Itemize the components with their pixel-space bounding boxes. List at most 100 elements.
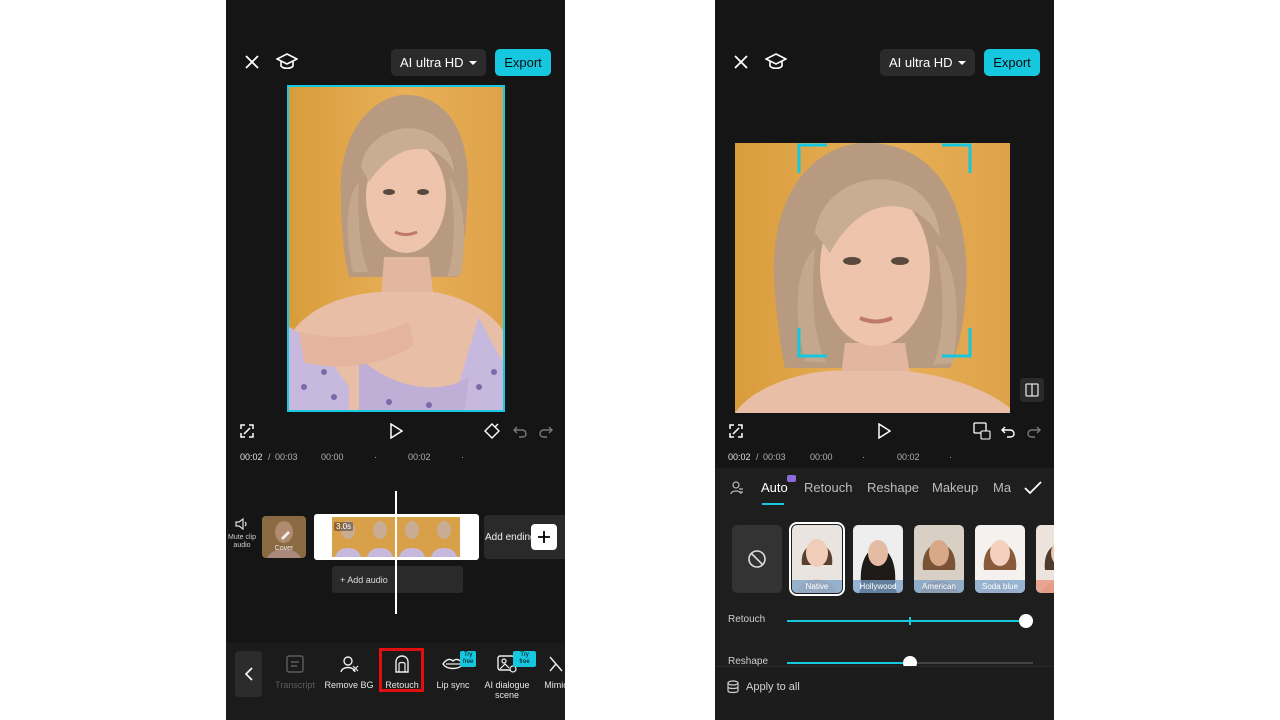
- chevron-down-icon: [958, 61, 966, 65]
- add-audio-button[interactable]: + Add audio: [332, 566, 463, 593]
- editor-screen: AI ultra HD Export 00:02 / 00:03 00:00 ·…: [226, 0, 565, 720]
- slider-default-mark: [909, 617, 911, 625]
- undo-icon[interactable]: [999, 422, 1017, 440]
- close-icon[interactable]: [240, 50, 264, 74]
- redo-icon[interactable]: [1025, 422, 1043, 440]
- time-separator: /: [756, 452, 759, 462]
- clip-frame: [396, 517, 428, 557]
- tab-more[interactable]: Ma: [993, 480, 1011, 495]
- tutorial-cap-icon[interactable]: [274, 50, 300, 74]
- fullscreen-icon[interactable]: [727, 422, 745, 440]
- clip-frame: [428, 517, 460, 557]
- top-bar: AI ultra HD Export: [715, 44, 1054, 80]
- preset-american[interactable]: American: [914, 525, 964, 593]
- tool-label: Transcript: [275, 680, 315, 690]
- retouch-tabs: Auto Retouch Reshape Makeup Ma: [715, 468, 1054, 508]
- tutorial-cap-icon[interactable]: [763, 50, 789, 74]
- transcript-icon: [270, 653, 320, 675]
- preset-label: American: [914, 580, 964, 593]
- tab-retouch[interactable]: Retouch: [804, 480, 852, 495]
- tab-makeup[interactable]: Makeup: [932, 480, 978, 495]
- ruler-tick-label: 00:00: [321, 452, 344, 462]
- ruler-tick-label: 00:02: [408, 452, 431, 462]
- tool-label: Mimic: [544, 680, 565, 690]
- preset-native[interactable]: Native: [789, 522, 845, 596]
- plus-icon: [538, 531, 550, 543]
- speaker-icon: [235, 517, 247, 531]
- retouch-highlight-box: [379, 648, 424, 692]
- face-toggle-icon[interactable]: [972, 421, 992, 441]
- confirm-check-icon[interactable]: [1023, 479, 1043, 497]
- screen: AI ultra HD Export 00:02 / 00:03 00:00 ·…: [0, 0, 1280, 720]
- quality-label: AI ultra HD: [400, 55, 464, 70]
- portrait-image: [289, 94, 503, 410]
- tool-ai-dialogue-scene[interactable]: Try free AI dialogue scene: [478, 651, 536, 700]
- total-time: 00:03: [763, 452, 786, 462]
- cover-button[interactable]: Cover: [262, 516, 306, 558]
- face-select-icon[interactable]: [729, 480, 745, 496]
- layers-icon: [725, 679, 741, 695]
- tool-label: AI dialogue scene: [484, 680, 530, 700]
- quality-dropdown[interactable]: AI ultra HD: [880, 49, 975, 76]
- redo-icon[interactable]: [537, 422, 555, 440]
- slider-fill: [787, 662, 910, 664]
- remove-bg-icon: [322, 653, 376, 675]
- reshape-slider[interactable]: [787, 656, 1033, 670]
- add-ending-label: Add ending: [485, 531, 536, 543]
- export-button[interactable]: Export: [984, 49, 1040, 76]
- cover-label: Cover: [274, 545, 294, 552]
- play-icon[interactable]: [386, 421, 406, 441]
- retouch-slider[interactable]: [787, 614, 1033, 628]
- clip-duration: 3.0s: [334, 522, 354, 531]
- preset-none[interactable]: [732, 525, 782, 593]
- time-ruler: 00:02 / 00:03 00:00 · 00:02 ·: [715, 452, 1054, 466]
- back-button[interactable]: [235, 651, 262, 697]
- preset-hollywood[interactable]: Hollywood: [853, 525, 903, 593]
- video-preview[interactable]: [287, 85, 505, 412]
- premium-gem-icon: [787, 475, 796, 482]
- active-tab-indicator: [762, 503, 784, 505]
- ruler-tick-label: 00:02: [897, 452, 920, 462]
- apply-to-all-button[interactable]: Apply to all: [715, 666, 1054, 720]
- none-icon: [748, 550, 766, 568]
- quality-dropdown[interactable]: AI ultra HD: [391, 49, 486, 76]
- tool-lip-sync[interactable]: Try free Lip sync: [430, 651, 477, 690]
- slider-knob[interactable]: [1019, 614, 1033, 628]
- compare-icon[interactable]: [1020, 378, 1044, 402]
- preset-label: Soda blue: [975, 580, 1025, 593]
- fullscreen-icon[interactable]: [238, 422, 256, 440]
- playhead[interactable]: [395, 491, 397, 614]
- retouch-screen: AI ultra HD Export 00:02 / 00:03 00:00 ·…: [715, 0, 1054, 720]
- tool-remove-bg[interactable]: Remove BG: [322, 653, 376, 690]
- total-time: 00:03: [275, 452, 298, 462]
- export-button[interactable]: Export: [495, 49, 551, 76]
- try-free-badge: Try free: [513, 651, 536, 667]
- mimic-icon: [536, 653, 565, 675]
- preset-label: Hollywood: [853, 580, 903, 593]
- preset-partial[interactable]: So: [1036, 525, 1054, 593]
- time-ruler: 00:02 / 00:03 00:00 · 00:02 ·: [226, 452, 565, 466]
- tool-transcript[interactable]: Transcript: [270, 653, 320, 690]
- chevron-left-icon: [244, 667, 253, 681]
- mute-label: Mute clip audio: [227, 534, 256, 549]
- tab-auto[interactable]: Auto: [761, 480, 788, 495]
- bottom-toolbar: Transcript Remove BG Retouch Try free Li…: [226, 643, 565, 720]
- chevron-down-icon: [469, 61, 477, 65]
- tool-mimic[interactable]: Mimic: [536, 653, 565, 690]
- current-time: 00:02: [240, 452, 263, 462]
- tool-label: Lip sync: [436, 680, 470, 690]
- tab-reshape[interactable]: Reshape: [867, 480, 919, 495]
- play-icon[interactable]: [874, 421, 894, 441]
- current-time: 00:02: [728, 452, 751, 462]
- try-free-badge: Try free: [460, 651, 477, 667]
- face-detection-frame: [797, 143, 972, 358]
- keyframe-icon[interactable]: [483, 422, 501, 440]
- ruler-dot: ·: [949, 452, 952, 462]
- close-icon[interactable]: [729, 50, 753, 74]
- undo-icon[interactable]: [511, 422, 529, 440]
- apply-to-all-label: Apply to all: [746, 681, 800, 693]
- add-clip-button[interactable]: [531, 524, 557, 550]
- ruler-dot: ·: [461, 452, 464, 462]
- mute-clip-audio-button[interactable]: Mute clip audio: [226, 517, 258, 550]
- preset-soda-blue[interactable]: Soda blue: [975, 525, 1025, 593]
